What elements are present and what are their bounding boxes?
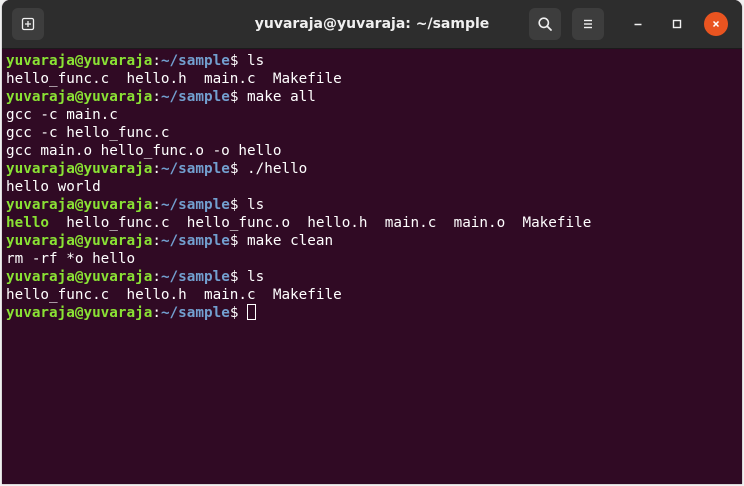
- prompt-separator: :: [152, 161, 161, 177]
- prompt-symbol: $: [229, 53, 248, 69]
- output-line: gcc main.o hello_func.o -o hello: [6, 143, 282, 159]
- output-line: gcc -c hello_func.c: [6, 125, 170, 141]
- title-bar[interactable]: yuvaraja@yuvaraja: ~/sample: [2, 0, 742, 49]
- prompt-user: yuvaraja@yuvaraja: [6, 197, 153, 213]
- output-line: rm -rf *o hello: [6, 251, 136, 267]
- terminal-window: yuvaraja@yuvaraja: ~/sample yuvaraja@yuv…: [2, 0, 742, 484]
- prompt-separator: :: [152, 89, 161, 105]
- command-text: ls: [247, 269, 265, 285]
- prompt-separator: :: [152, 197, 161, 213]
- prompt-symbol: $: [229, 161, 248, 177]
- output-line: hello_func.c hello.h main.c Makefile: [6, 287, 342, 303]
- terminal-output[interactable]: yuvaraja@yuvaraja:~/sample$ ls hello_func…: [2, 49, 742, 484]
- new-tab-button[interactable]: [12, 8, 44, 40]
- prompt-line: yuvaraja@yuvaraja:~/sample$: [6, 304, 738, 322]
- prompt-line: yuvaraja@yuvaraja:~/sample$ ./hello: [6, 160, 738, 178]
- maximize-icon: [672, 19, 682, 29]
- file-list: hello_func.c hello_func.o hello.h main.c…: [49, 215, 592, 231]
- prompt-line: yuvaraja@yuvaraja:~/sample$ ls: [6, 268, 738, 286]
- executable-file: hello: [6, 215, 50, 231]
- output-line: hello world: [6, 179, 101, 195]
- command-text: ./hello: [247, 161, 308, 177]
- prompt-separator: :: [152, 305, 161, 321]
- prompt-symbol: $: [229, 197, 248, 213]
- prompt-user: yuvaraja@yuvaraja: [6, 233, 153, 249]
- prompt-separator: :: [152, 269, 161, 285]
- prompt-user: yuvaraja@yuvaraja: [6, 305, 153, 321]
- prompt-user: yuvaraja@yuvaraja: [6, 161, 153, 177]
- command-text: ls: [247, 197, 265, 213]
- prompt-user: yuvaraja@yuvaraja: [6, 53, 153, 69]
- command-text: make all: [247, 89, 316, 105]
- close-icon: [712, 20, 720, 28]
- close-button[interactable]: [704, 12, 728, 36]
- maximize-button[interactable]: [665, 12, 689, 36]
- prompt-symbol: $: [229, 305, 248, 321]
- prompt-separator: :: [152, 233, 161, 249]
- prompt-path: ~/sample: [160, 305, 230, 321]
- output-line: hello hello_func.c hello_func.o hello.h …: [6, 214, 738, 232]
- text-cursor: [247, 304, 257, 320]
- output-line: gcc -c main.c: [6, 107, 118, 123]
- prompt-symbol: $: [229, 269, 248, 285]
- prompt-line: yuvaraja@yuvaraja:~/sample$ make clean: [6, 232, 738, 250]
- prompt-line: yuvaraja@yuvaraja:~/sample$ ls: [6, 52, 738, 70]
- search-button[interactable]: [529, 8, 561, 40]
- output-line: hello_func.c hello.h main.c Makefile: [6, 71, 342, 87]
- minimize-icon: [634, 23, 642, 26]
- prompt-line: yuvaraja@yuvaraja:~/sample$ make all: [6, 88, 738, 106]
- prompt-path: ~/sample: [160, 269, 230, 285]
- new-tab-icon: [21, 17, 35, 31]
- prompt-separator: :: [152, 53, 161, 69]
- prompt-path: ~/sample: [160, 53, 230, 69]
- prompt-symbol: $: [229, 233, 248, 249]
- prompt-symbol: $: [229, 89, 248, 105]
- command-text: ls: [247, 53, 265, 69]
- menu-button[interactable]: [572, 8, 604, 40]
- prompt-path: ~/sample: [160, 161, 230, 177]
- command-text: make clean: [247, 233, 334, 249]
- prompt-path: ~/sample: [160, 89, 230, 105]
- prompt-user: yuvaraja@yuvaraja: [6, 269, 153, 285]
- minimize-button[interactable]: [626, 12, 650, 36]
- prompt-path: ~/sample: [160, 197, 230, 213]
- prompt-line: yuvaraja@yuvaraja:~/sample$ ls: [6, 196, 738, 214]
- prompt-user: yuvaraja@yuvaraja: [6, 89, 153, 105]
- prompt-path: ~/sample: [160, 233, 230, 249]
- search-icon: [538, 17, 552, 31]
- hamburger-menu-icon: [584, 19, 592, 29]
